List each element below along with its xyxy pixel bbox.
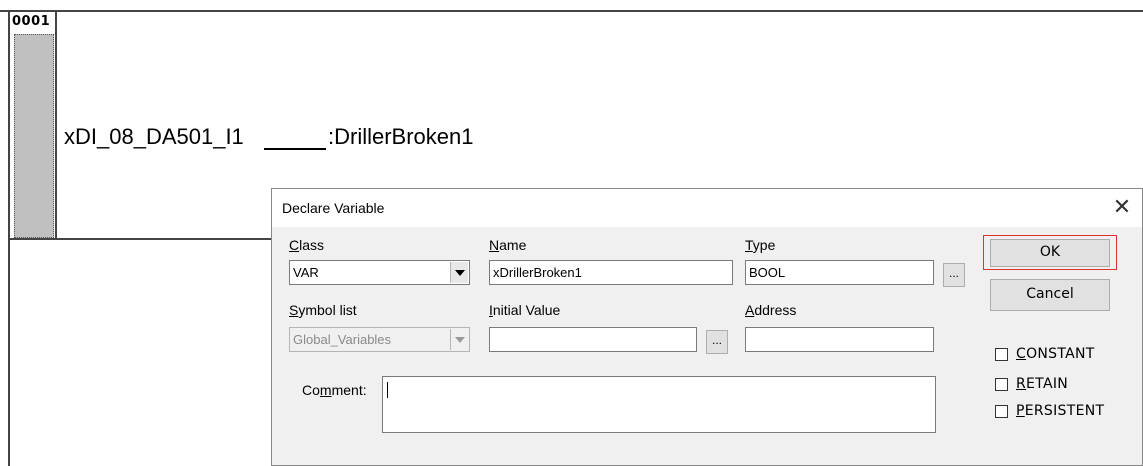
ok-button[interactable]: OK [990, 239, 1110, 267]
close-icon[interactable]: ✕ [1110, 195, 1134, 219]
editor-top-border [0, 10, 1143, 12]
name-input[interactable]: xDrillerBroken1 [489, 260, 733, 285]
rung-number: 0001 [12, 14, 51, 29]
symbol-list-label-accel: S [289, 302, 299, 318]
symbol-list-label: Symbol list [289, 302, 357, 318]
retain-text: ETAIN [1026, 376, 1069, 392]
address-input[interactable] [745, 327, 934, 352]
retain-checkbox[interactable]: RETAIN [995, 376, 1068, 392]
constant-checkbox-label: CONSTANT [1016, 346, 1095, 362]
persistent-checkbox[interactable]: PERSISTENT [995, 403, 1104, 419]
chevron-down-icon [454, 269, 465, 276]
type-browse-button[interactable]: ... [943, 263, 965, 287]
declare-variable-dialog: Declare Variable ✕ Class VAR Name xDrill… [271, 188, 1143, 466]
constant-text: ONSTANT [1026, 346, 1095, 362]
output-coil-label[interactable]: :DrillerBroken1 [328, 124, 474, 150]
retain-accel: R [1016, 376, 1027, 392]
address-label-accel: A [745, 302, 755, 318]
symbol-list-select: Global_Variables [289, 327, 470, 352]
constant-checkbox-box[interactable] [995, 347, 1008, 361]
persistent-accel: P [1016, 403, 1025, 419]
initial-value-label: Initial Value [489, 302, 560, 318]
symbol-list-value: Global_Variables [293, 332, 392, 347]
class-label-text: lass [299, 237, 325, 253]
initial-value-label-text: nitial Value [492, 302, 561, 318]
cancel-button[interactable]: Cancel [990, 279, 1110, 311]
comment-label-accel: m [319, 382, 332, 398]
initial-value-browse-button[interactable]: ... [706, 330, 728, 354]
name-label: Name [489, 237, 526, 253]
constant-checkbox[interactable]: CONSTANT [995, 346, 1095, 362]
symbol-list-label-text: ymbol list [298, 302, 357, 318]
type-input[interactable]: BOOL [745, 260, 934, 285]
name-label-text: ame [499, 237, 527, 253]
persistent-text: ERSISTENT [1024, 403, 1105, 419]
persistent-checkbox-label: PERSISTENT [1016, 403, 1104, 419]
comment-label: Comment: [302, 382, 367, 398]
address-label: Address [745, 302, 796, 318]
ladder-wire [264, 148, 326, 150]
address-label-text: ddress [754, 302, 797, 318]
type-label: Type [745, 237, 775, 253]
persistent-checkbox-box[interactable] [995, 404, 1008, 418]
name-label-accel: N [489, 237, 500, 253]
class-label-accel: C [289, 237, 300, 253]
class-label: Class [289, 237, 324, 253]
symbol-list-dropdown-button [450, 329, 468, 350]
constant-accel: C [1016, 346, 1027, 362]
dialog-titlebar[interactable]: Declare Variable ✕ [272, 189, 1142, 227]
class-dropdown-button[interactable] [450, 262, 468, 283]
input-contact-label[interactable]: xDI_08_DA501_I1 [64, 124, 244, 150]
type-label-accel: T [745, 237, 753, 253]
chevron-down-icon [454, 336, 465, 343]
class-select[interactable]: VAR [289, 260, 470, 285]
class-select-value: VAR [293, 265, 319, 280]
rung-selector[interactable] [14, 34, 54, 238]
retain-checkbox-box[interactable] [995, 377, 1008, 391]
dialog-title: Declare Variable [282, 200, 385, 216]
initial-value-input[interactable] [489, 327, 697, 352]
comment-textarea[interactable] [382, 376, 936, 433]
comment-label-pre: Co [302, 382, 320, 398]
comment-label-text: ment: [331, 382, 367, 398]
type-label-text: ype [752, 237, 776, 253]
retain-checkbox-label: RETAIN [1016, 376, 1068, 392]
text-caret [387, 382, 388, 398]
